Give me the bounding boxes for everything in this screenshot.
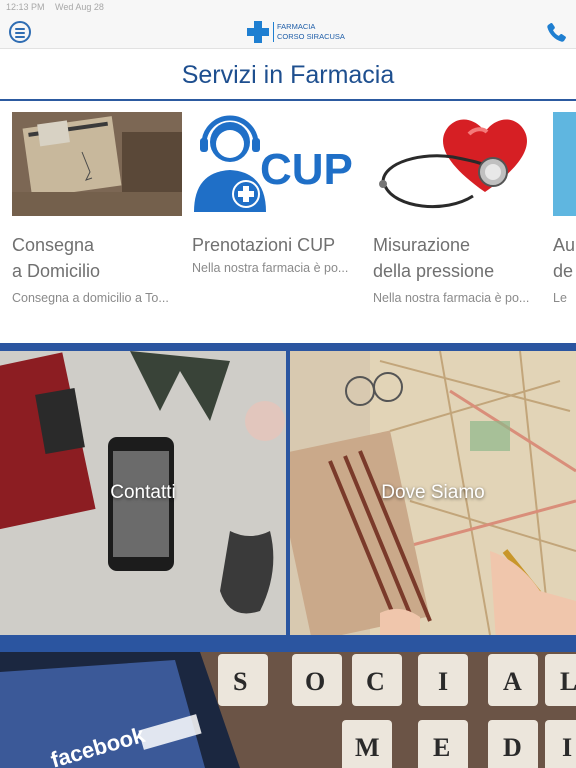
cup-logo-text: CUP xyxy=(260,145,353,194)
logo-line2: CORSO SIRACUSA xyxy=(277,32,345,41)
status-bar: 12:13 PM Wed Aug 28 xyxy=(0,0,576,14)
social-letter: O xyxy=(305,667,325,696)
social-letter: D xyxy=(503,733,522,762)
delivery-image xyxy=(12,112,182,216)
tile-social[interactable]: facebook S O C I A L M E D I xyxy=(0,652,576,768)
page-title: Servizi in Farmacia xyxy=(0,49,576,101)
phone-icon[interactable] xyxy=(544,21,568,45)
tile-contatti[interactable]: Contatti xyxy=(0,351,286,635)
app-header: FARMACIA CORSO SIRACUSA xyxy=(0,14,576,49)
social-letter: S xyxy=(233,667,247,696)
cup-image: CUP xyxy=(192,112,362,216)
service-desc: Nella nostra farmacia è po... xyxy=(192,261,349,275)
contatti-label: Contatti xyxy=(110,482,176,503)
tiles-section: Contatti Dove Siamo facebook S O C I A L… xyxy=(0,343,576,768)
hamburger-icon[interactable] xyxy=(9,21,31,43)
tile-dove-siamo[interactable]: Dove Siamo xyxy=(290,351,576,635)
cross-icon xyxy=(247,21,269,43)
social-letter: M xyxy=(355,733,380,762)
service-desc: Le xyxy=(553,291,567,305)
social-media-background-image: facebook S O C I A L M E D I xyxy=(0,652,576,768)
service-desc: Consegna a domicilio a To... xyxy=(12,291,169,305)
social-letter: I xyxy=(438,667,448,696)
stethoscope-heart-image xyxy=(373,112,543,216)
pharmacy-logo: FARMACIA CORSO SIRACUSA xyxy=(247,20,345,44)
dove-siamo-label: Dove Siamo xyxy=(381,482,485,503)
logo-text: FARMACIA CORSO SIRACUSA xyxy=(273,22,345,42)
social-letter: I xyxy=(562,733,572,762)
social-letter: A xyxy=(503,667,522,696)
service-card-partial[interactable]: Au de Le xyxy=(553,112,576,305)
service-title: Misurazione della pressione xyxy=(373,235,495,281)
social-letter: L xyxy=(560,667,576,696)
service-desc: Nella nostra farmacia è po... xyxy=(373,291,530,305)
logo-line1: FARMACIA xyxy=(277,22,316,31)
service-image xyxy=(553,112,576,216)
social-letter: E xyxy=(433,733,450,762)
status-date: Wed Aug 28 xyxy=(55,2,104,12)
service-title: Prenotazioni CUP xyxy=(192,235,336,255)
service-card-consegna[interactable]: Consegna a Domicilio Consegna a domicili… xyxy=(12,112,182,305)
service-title: Au de xyxy=(553,235,576,281)
services-carousel[interactable]: Consegna a Domicilio Consegna a domicili… xyxy=(0,103,576,343)
service-card-pressione[interactable]: Misurazione della pressione Nella nostra… xyxy=(373,112,543,305)
social-letter: C xyxy=(366,667,385,696)
service-card-cup[interactable]: CUP Prenotazioni CUP Nella nostra farmac… xyxy=(192,112,362,275)
status-time: 12:13 PM xyxy=(6,2,45,12)
service-title: Consegna a Domicilio xyxy=(12,235,101,281)
